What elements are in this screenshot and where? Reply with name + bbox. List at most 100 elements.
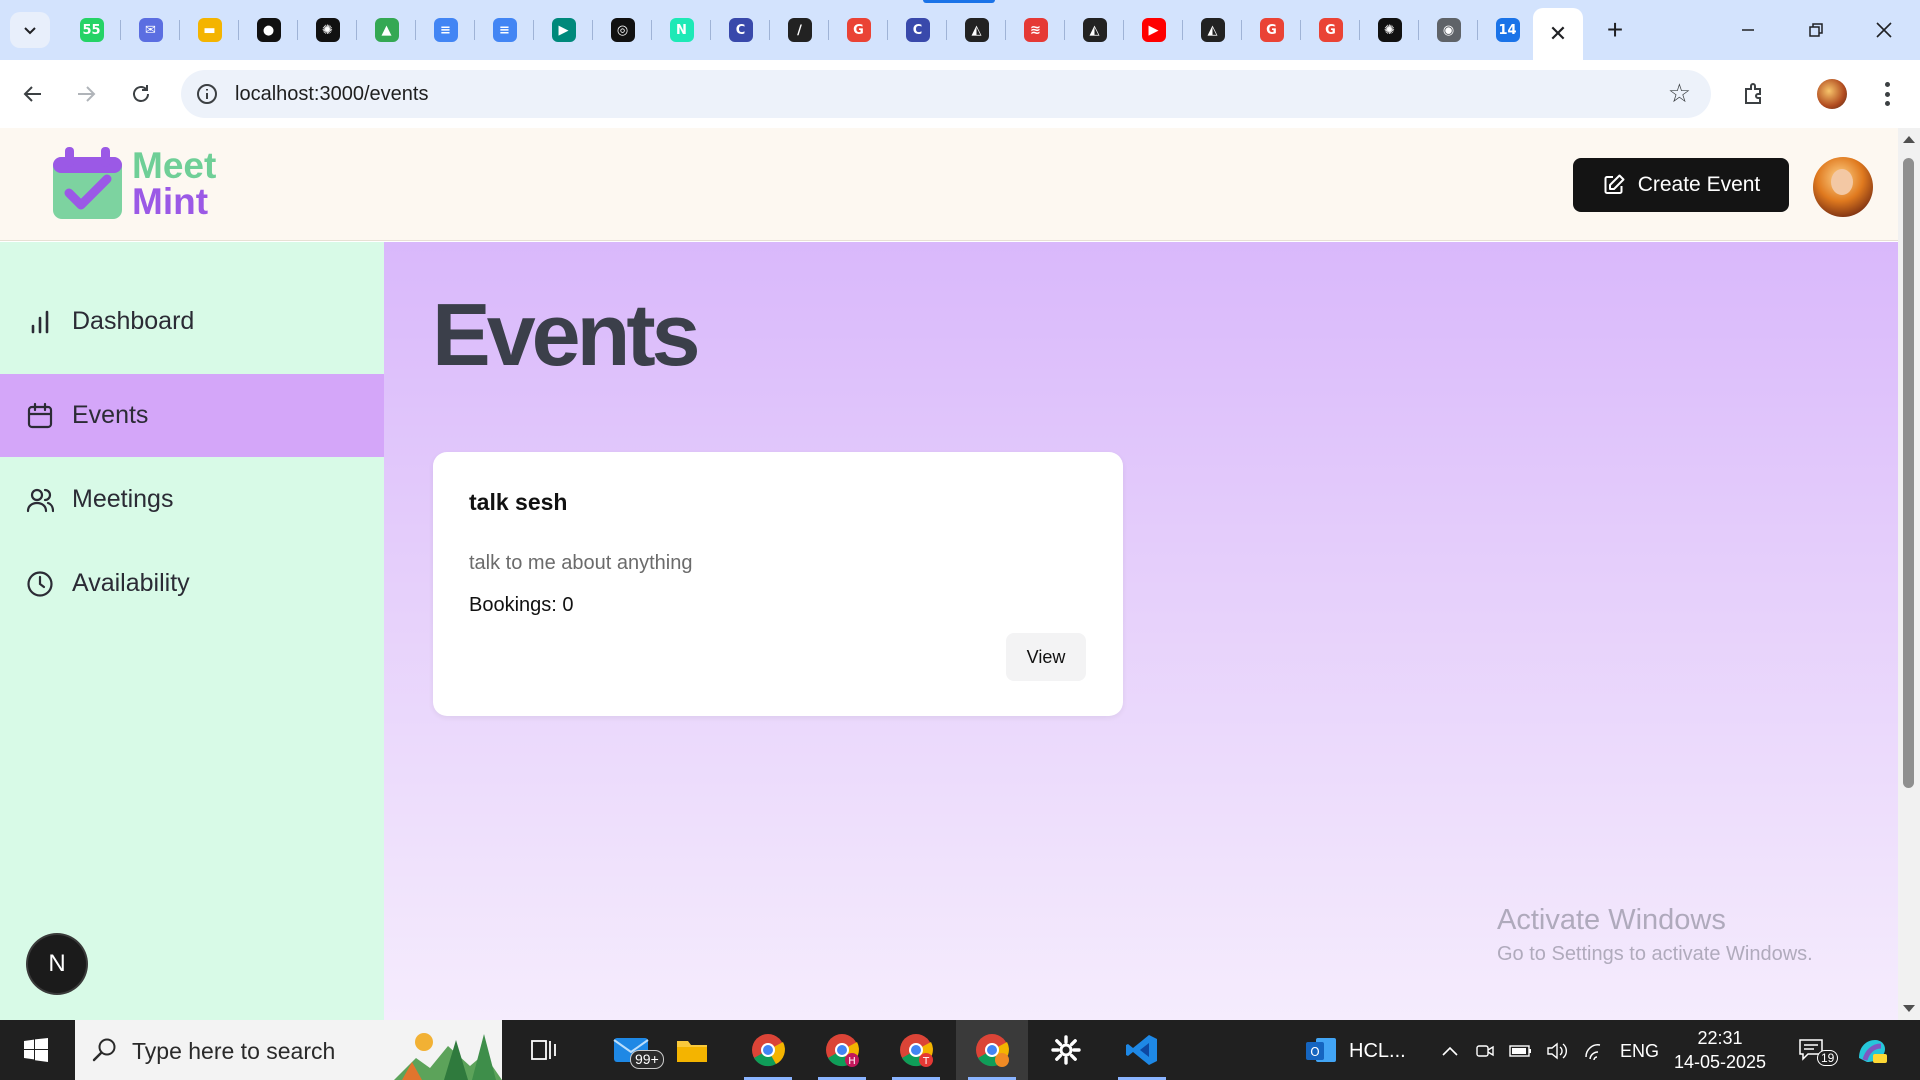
restore-button[interactable] (1782, 0, 1850, 60)
sidebar-item-availability[interactable]: Availability (0, 542, 384, 625)
event-card: talk sesh talk to me about anything Book… (433, 452, 1123, 716)
page-scrollbar[interactable] (1898, 128, 1920, 1020)
vscode-icon (1126, 1035, 1157, 1065)
browser-tab-mail[interactable]: ✉ (121, 0, 180, 60)
chrome-profile-active-button[interactable] (956, 1020, 1028, 1080)
logo-calendar-check-icon[interactable] (51, 147, 124, 221)
browser-tab-drive[interactable]: ▲ (357, 0, 416, 60)
browser-profile-avatar[interactable] (1817, 79, 1847, 109)
close-tab-icon[interactable]: ✕ (1549, 21, 1567, 47)
chrome-icon (976, 1034, 1009, 1067)
sidebar-item-events[interactable]: Events (0, 374, 384, 457)
browser-tab-prisma-3[interactable]: ◭ (1183, 0, 1242, 60)
settings-app-button[interactable] (1030, 1020, 1102, 1080)
new-tab-button[interactable]: + (1597, 12, 1633, 48)
browser-tab-meet[interactable]: ▶ (534, 0, 593, 60)
browser-tab-edge-c[interactable]: C (711, 0, 770, 60)
browser-tab-brand-stripe[interactable]: ≋ (1006, 0, 1065, 60)
minimize-button[interactable] (1714, 0, 1782, 60)
keep-favicon-icon: ▬ (197, 18, 222, 42)
view-event-button[interactable]: View (1006, 633, 1086, 681)
address-bar[interactable]: localhost:3000/events ☆ (181, 70, 1711, 118)
drive-favicon-icon: ▲ (374, 18, 399, 42)
browser-tab-notion-n[interactable]: N (652, 0, 711, 60)
browser-tab-google-2[interactable]: G (1242, 0, 1301, 60)
taskbar-search[interactable]: Type here to search (75, 1020, 502, 1080)
browser-tab-chatgpt-2[interactable]: ✺ (1360, 0, 1419, 60)
forward-button[interactable] (64, 72, 108, 116)
browser-tab-docs[interactable]: ≡ (416, 0, 475, 60)
browser-tab-google-3[interactable]: G (1301, 0, 1360, 60)
browser-tab-docs-2[interactable]: ≡ (475, 0, 534, 60)
browser-tab-pen[interactable]: ∕ (770, 0, 829, 60)
restore-icon (1809, 23, 1823, 37)
prisma-3-favicon-icon: ◭ (1200, 18, 1225, 42)
clock-date: 14-05-2025 (1673, 1052, 1767, 1072)
browser-tab-google[interactable]: G (829, 0, 888, 60)
file-explorer-button[interactable] (656, 1020, 728, 1080)
browser-tab-prisma-2[interactable]: ◭ (1065, 0, 1124, 60)
copilot-icon[interactable] (1855, 1036, 1889, 1066)
chrome-profile-h-button[interactable]: H (806, 1020, 878, 1080)
outlook-label[interactable]: HCL... (1349, 1040, 1406, 1063)
close-window-button[interactable] (1850, 0, 1918, 60)
logo-line-1: Meet (132, 145, 217, 186)
n-badge-button[interactable]: N (28, 935, 86, 993)
edge-c-2-favicon-icon: C (905, 18, 930, 42)
logo-wordmark[interactable]: Meet Mint (132, 145, 217, 220)
chrome-profile-t-button[interactable]: T (880, 1020, 952, 1080)
create-event-button[interactable]: Create Event (1573, 158, 1789, 212)
tab-search-button[interactable] (10, 12, 50, 48)
sidebar-item-meetings[interactable]: Meetings (0, 458, 384, 541)
vscode-button[interactable] (1106, 1020, 1178, 1080)
whatsapp-favicon-icon: 55 (79, 18, 104, 42)
browser-tab-youtube[interactable]: ▶ (1124, 0, 1183, 60)
browser-tab-chrome[interactable]: ◉ (1419, 0, 1478, 60)
taskbar-clock[interactable]: 22:31 14-05-2025 (1660, 1026, 1780, 1074)
gear-icon (1051, 1035, 1081, 1065)
scroll-up-arrow-icon[interactable] (1903, 136, 1915, 143)
scroll-thumb[interactable] (1903, 158, 1914, 788)
menu-dot (1884, 82, 1890, 87)
youtube-favicon-icon: ▶ (1141, 18, 1166, 42)
event-bookings: Bookings: 0 (469, 594, 574, 616)
reload-button[interactable] (119, 72, 163, 116)
battery-icon[interactable] (1508, 1038, 1534, 1064)
task-view-icon (531, 1040, 556, 1060)
browser-tab-prisma[interactable]: ◭ (947, 0, 1006, 60)
show-hidden-icons-icon[interactable] (1437, 1038, 1463, 1064)
create-event-label: Create Event (1637, 173, 1761, 196)
active-tab[interactable]: ✕ (1533, 8, 1583, 60)
chrome-profile-1-button[interactable] (732, 1020, 804, 1080)
user-avatar[interactable] (1813, 157, 1873, 217)
browser-tab-mongodb[interactable]: ● (239, 0, 298, 60)
browser-tab-keep[interactable]: ▬ (180, 0, 239, 60)
bookmark-star-icon[interactable]: ☆ (1668, 80, 1691, 106)
browser-tab-chatgpt[interactable]: ✺ (298, 0, 357, 60)
site-info-icon[interactable] (195, 82, 219, 106)
start-button[interactable] (0, 1020, 72, 1080)
watermark-title: Activate Windows (1497, 904, 1726, 936)
sidebar-item-label: Dashboard (72, 307, 195, 335)
meet-now-icon[interactable] (1472, 1038, 1498, 1064)
scroll-down-arrow-icon[interactable] (1903, 1005, 1915, 1012)
extensions-button[interactable] (1732, 72, 1776, 116)
mail-favicon-icon: ✉ (138, 18, 163, 42)
docs-favicon-icon: ≡ (433, 18, 458, 42)
sidebar-item-dashboard[interactable]: Dashboard (0, 280, 384, 363)
back-button[interactable] (11, 72, 55, 116)
language-indicator[interactable]: ENG (1620, 1041, 1659, 1062)
browser-tab-edge-c-2[interactable]: C (888, 0, 947, 60)
browser-tab-github[interactable]: ◎ (593, 0, 652, 60)
close-icon (1876, 22, 1892, 38)
edit-icon (1604, 174, 1625, 194)
outlook-button[interactable]: O (1296, 1020, 1346, 1080)
browser-tab-whatsapp[interactable]: 55 (62, 0, 121, 60)
url-text[interactable]: localhost:3000/events (235, 83, 428, 106)
volume-icon[interactable] (1544, 1038, 1570, 1064)
browser-tab-calendar[interactable]: 14 (1478, 0, 1537, 60)
main-content: Events talk sesh talk to me about anythi… (384, 242, 1898, 1020)
browser-menu-button[interactable] (1872, 78, 1902, 110)
task-view-button[interactable] (508, 1020, 580, 1080)
wifi-icon[interactable] (1582, 1038, 1608, 1064)
